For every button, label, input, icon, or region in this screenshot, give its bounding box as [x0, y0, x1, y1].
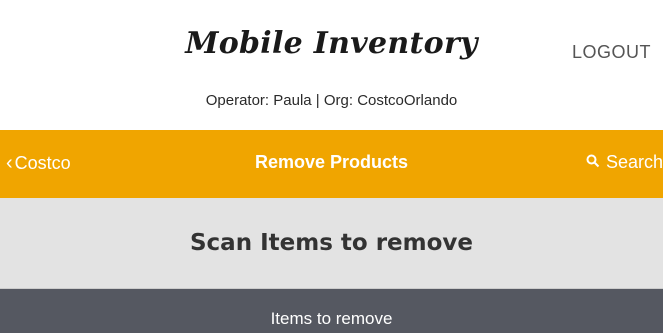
items-section-header: Items to remove [0, 289, 663, 333]
items-title: Items to remove [270, 309, 393, 328]
navigation-bar: ‹ Costco Remove Products Search [0, 130, 663, 198]
search-icon [586, 152, 600, 173]
search-button[interactable]: Search [586, 152, 663, 173]
scan-title: Scan Items to remove [189, 230, 474, 256]
app-title: Mobile Inventory [185, 26, 478, 61]
app-header: Mobile Inventory Operator: Paula | Org: … [0, 0, 663, 130]
logout-button[interactable]: LOGOUT [572, 42, 651, 63]
page-title: Remove Products [254, 152, 409, 172]
search-label: Search [605, 152, 663, 172]
scan-section: Scan Items to remove [0, 198, 663, 289]
operator-info: Operator: Paula | Org: CostcoOrlando [205, 92, 458, 109]
